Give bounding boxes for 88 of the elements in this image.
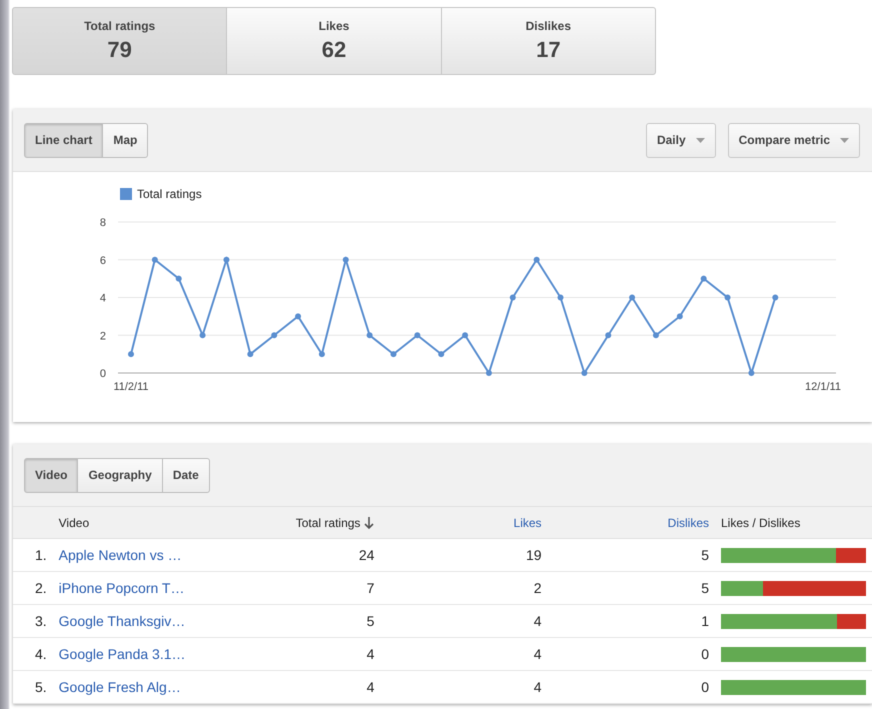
data-point	[438, 351, 444, 358]
table-cell: 0	[701, 679, 709, 695]
axis-tick-label: 2	[100, 330, 106, 342]
metric-value: 17	[536, 37, 561, 63]
data-point	[581, 370, 588, 376]
dropdown-button[interactable]: Compare metric	[728, 122, 860, 158]
data-point	[748, 370, 754, 376]
row-number: 5.	[34, 679, 47, 695]
dislikes-bar-segment	[836, 548, 866, 562]
row-number: 3.	[34, 613, 47, 629]
data-point	[152, 256, 158, 263]
table-cell: 4	[534, 646, 542, 662]
legend-label: Total ratings	[137, 187, 202, 201]
row-number: 4.	[34, 646, 47, 662]
data-point	[605, 332, 612, 338]
table-cell: 0	[701, 646, 709, 662]
table-cell: 4	[366, 679, 374, 695]
table-cell: 4	[534, 679, 542, 695]
data-point	[510, 294, 516, 300]
data-point	[534, 256, 540, 263]
row-number: 1.	[34, 547, 47, 563]
data-point	[652, 332, 659, 338]
table-cell: 4	[366, 646, 374, 662]
table-tab[interactable]: Geography	[77, 458, 163, 492]
metric-value: 62	[322, 37, 346, 63]
metric-card[interactable]: Total ratings 79	[12, 7, 228, 75]
axis-tick-label: 8	[100, 217, 106, 229]
axis-tick-label: 12/1/11	[805, 381, 841, 393]
row-number: 2.	[34, 580, 47, 596]
data-point	[128, 351, 134, 358]
data-point	[223, 256, 230, 263]
data-point	[700, 276, 707, 282]
view-tab[interactable]: Map	[102, 122, 148, 158]
axis-tick-label: 6	[100, 254, 106, 267]
axis-tick-label: 11/2/11	[113, 381, 149, 393]
metric-card[interactable]: Likes 62	[226, 7, 442, 75]
sort-arrow-icon	[364, 516, 374, 528]
view-tab[interactable]: Line chart	[24, 122, 104, 158]
table-cell: 2	[534, 580, 542, 596]
data-point	[772, 294, 778, 300]
table-cell: 5	[701, 580, 709, 596]
table-cell: 5	[701, 547, 709, 563]
data-point	[390, 351, 396, 358]
video-link[interactable]: Google Fresh Alg…	[58, 679, 181, 695]
legend-swatch	[120, 188, 132, 200]
data-point	[176, 276, 182, 282]
axis-tick-label: 0	[100, 368, 106, 380]
video-link[interactable]: iPhone Popcorn T…	[58, 580, 184, 596]
data-point	[247, 351, 254, 358]
data-point	[676, 313, 683, 320]
column-header: Video	[58, 516, 90, 530]
dislikes-bar-segment	[837, 614, 866, 628]
data-point	[462, 332, 468, 338]
metric-label: Likes	[318, 19, 350, 33]
data-point	[295, 313, 302, 320]
video-link[interactable]: Google Thanksgiv…	[58, 613, 186, 629]
column-header[interactable]: Total ratings	[296, 516, 374, 530]
metric-label: Total ratings	[84, 19, 156, 33]
data-point	[558, 294, 564, 300]
column-header[interactable]: Dislikes	[668, 516, 709, 530]
data-point	[366, 332, 373, 338]
video-link[interactable]: Google Panda 3.1…	[58, 646, 186, 662]
axis-tick-label: 4	[100, 292, 106, 304]
metric-value: 79	[107, 37, 132, 63]
column-header: Likes / Dislikes	[721, 516, 800, 530]
data-point	[318, 351, 325, 358]
caret-icon	[696, 138, 705, 142]
data-point	[486, 370, 492, 376]
table-cell: 5	[366, 613, 374, 629]
metric-label: Dislikes	[526, 19, 571, 33]
table-tab[interactable]: Date	[162, 458, 210, 492]
video-link[interactable]: Apple Newton vs …	[58, 547, 182, 563]
data-point	[200, 332, 206, 338]
table-tab[interactable]: Video	[24, 458, 78, 492]
dropdown-button[interactable]: Daily	[646, 122, 716, 158]
caret-icon	[840, 138, 849, 142]
table-cell: 7	[366, 580, 374, 596]
metric-card[interactable]: Dislikes 17	[440, 7, 656, 75]
column-header[interactable]: Likes	[514, 516, 542, 530]
table-cell: 4	[534, 613, 542, 629]
data-point	[271, 332, 278, 338]
data-point	[724, 294, 731, 300]
data-point	[342, 256, 349, 263]
table-cell: 24	[358, 547, 374, 563]
data-point	[414, 332, 420, 338]
data-point	[629, 294, 636, 300]
table-cell: 19	[526, 547, 542, 563]
table-cell: 1	[701, 613, 709, 629]
